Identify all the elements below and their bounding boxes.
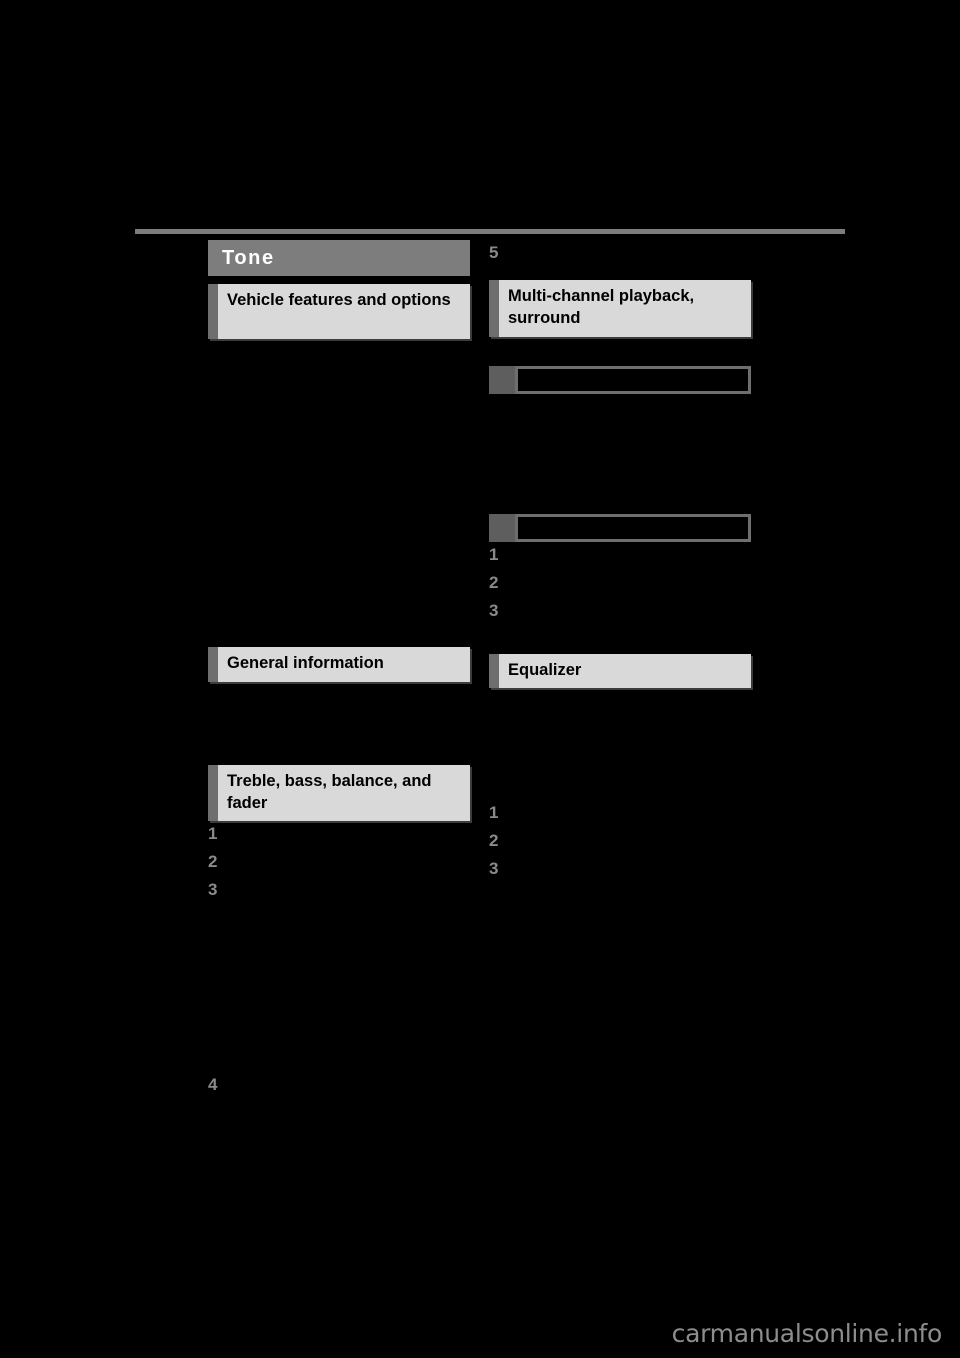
right-step-list-upper: 1 2 3: [489, 542, 751, 626]
section-title: [515, 513, 751, 542]
section-header-empty-lower: [489, 513, 751, 542]
chapter-title-bar: Tone: [208, 240, 470, 276]
section-tab-icon: [489, 365, 515, 394]
right-column: 5 Multi-channel playback, surround 1 2 3…: [489, 240, 751, 884]
section-title: [515, 365, 751, 394]
section-tab-icon: [208, 284, 218, 339]
list-item: 1: [489, 803, 499, 823]
document-page: Tone Vehicle features and options Genera…: [0, 0, 960, 1358]
section-header-general-information: General information: [208, 647, 470, 682]
section-tab-icon: [489, 513, 515, 542]
section-header-multi-channel-playback: Multi-channel playback, surround: [489, 280, 751, 337]
list-item: 3: [489, 600, 499, 620]
right-step-list-lower: 1 2 3: [489, 800, 751, 884]
section-header-equalizer: Equalizer: [489, 653, 751, 689]
section-title: Equalizer: [499, 653, 751, 689]
left-step-list: 1 2 3: [208, 821, 470, 905]
section-title: Multi-channel playback, surround: [499, 280, 751, 337]
section-tab-icon: [489, 280, 499, 337]
section-tab-icon: [208, 647, 218, 682]
section-title: Treble, bass, balance, and fader: [218, 764, 470, 822]
list-item: 2: [489, 831, 499, 851]
left-step-marker-4: 4: [208, 1075, 218, 1094]
section-title: Vehicle features and options: [218, 284, 470, 339]
watermark: carmanualsonline.info: [671, 1319, 943, 1348]
list-item: 3: [208, 880, 218, 900]
list-item: 2: [208, 852, 218, 872]
section-header-treble-bass-balance-fader: Treble, bass, balance, and fader: [208, 764, 470, 822]
section-title: General information: [218, 647, 470, 682]
list-item: 3: [489, 859, 499, 879]
list-item: 1: [208, 824, 218, 844]
list-item: 2: [489, 572, 499, 592]
right-step-marker-5: 5: [489, 243, 499, 262]
list-item: 1: [489, 544, 499, 564]
chapter-title: Tone: [222, 247, 275, 269]
section-header-empty-upper: [489, 365, 751, 394]
section-tab-icon: [208, 764, 218, 822]
header-rule: [135, 229, 845, 234]
section-tab-icon: [489, 653, 499, 689]
left-column: Tone Vehicle features and options Genera…: [208, 240, 470, 905]
section-header-vehicle-features: Vehicle features and options: [208, 284, 470, 339]
